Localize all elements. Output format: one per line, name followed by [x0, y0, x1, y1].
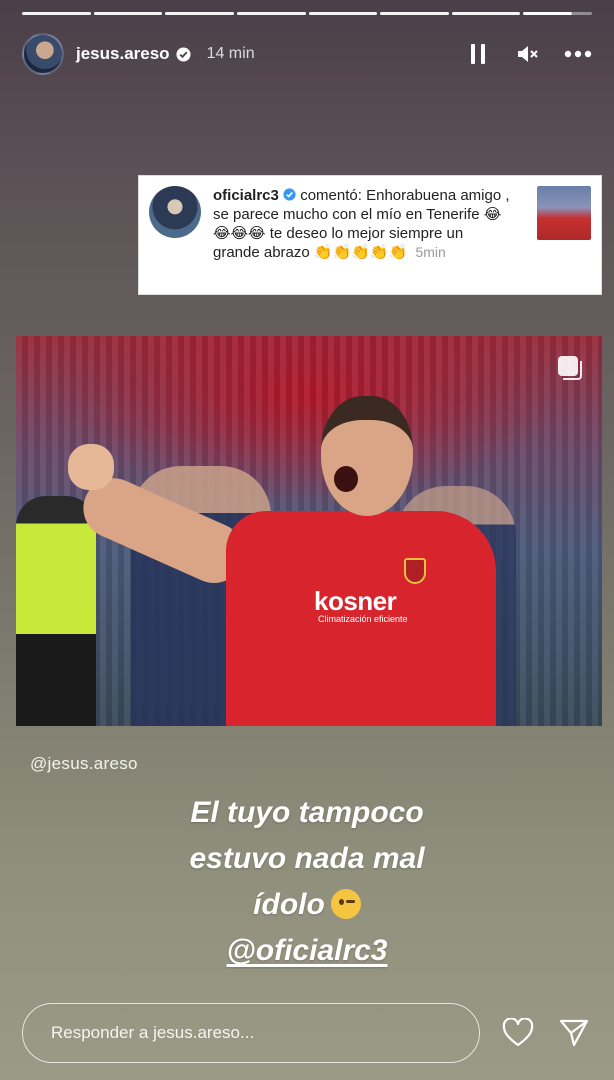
verified-badge-icon: [176, 46, 191, 62]
story-time: 14 min: [206, 45, 255, 62]
progress-segment: [93, 12, 163, 15]
progress-segment-current: [523, 12, 592, 15]
club-crest: [404, 558, 426, 584]
caption-line-2: estuvo nada mal: [189, 842, 425, 875]
progress-segment: [22, 12, 91, 15]
reply-input[interactable]: [22, 1003, 480, 1063]
shared-comment-card[interactable]: oficialrc3 comentó: Enhorabuena amigo , …: [138, 175, 602, 295]
story-caption: El tuyo tampoco estuvo nada mal ídolo @o…: [0, 790, 614, 974]
mention-sticker[interactable]: @jesus.areso: [30, 754, 138, 774]
avatar[interactable]: [22, 33, 64, 75]
caption-line-4: @oficialrc3: [0, 928, 614, 974]
comment-post-thumbnail: [537, 186, 591, 240]
send-button[interactable]: [556, 1015, 592, 1051]
story-controls: [464, 40, 592, 68]
photo-player-head: [321, 396, 413, 516]
caption-line-3: ídolo: [0, 882, 614, 928]
story-photo: kosner Climatización eficiente: [16, 336, 602, 726]
send-icon: [559, 1019, 589, 1047]
more-options-button[interactable]: [564, 40, 592, 68]
pause-icon: [471, 44, 485, 64]
progress-segment: [236, 12, 306, 15]
progress-segment: [380, 12, 449, 15]
comment-time: 5min: [415, 244, 446, 260]
more-icon: [564, 50, 592, 58]
photo-player-mouth: [334, 466, 358, 492]
caption-mention-tag[interactable]: @oficialrc3: [227, 934, 388, 967]
verified-badge-icon: [283, 188, 296, 201]
comment-text-block: oficialrc3 comentó: Enhorabuena amigo , …: [213, 186, 513, 284]
reply-bar: [22, 1003, 592, 1063]
pause-button[interactable]: [464, 40, 492, 68]
story-header: jesus.areso 14 min: [22, 30, 592, 78]
caption-line-1: El tuyo tampoco: [190, 796, 424, 829]
progress-segment: [451, 12, 521, 15]
mute-button[interactable]: [514, 40, 542, 68]
story-username[interactable]: jesus.areso: [76, 44, 170, 64]
comment-author-avatar: [149, 186, 201, 238]
heart-icon: [502, 1018, 534, 1047]
photo-player-fist: [68, 444, 114, 490]
jersey-sponsor: kosner: [314, 586, 397, 616]
winking-face-icon: [330, 889, 361, 919]
caption-line-3-text: ídolo: [253, 888, 325, 921]
comment-action: comentó:: [300, 187, 362, 204]
jersey-sponsor-sub: Climatización eficiente: [318, 614, 408, 624]
like-button[interactable]: [500, 1015, 536, 1051]
progress-segment: [165, 12, 234, 15]
photo-referee: [16, 496, 96, 726]
comment-author: oficialrc3: [213, 187, 279, 204]
muted-speaker-icon: [518, 46, 538, 62]
carousel-icon: [558, 356, 582, 380]
story-progress-bar: [22, 12, 592, 15]
progress-segment: [308, 12, 378, 15]
